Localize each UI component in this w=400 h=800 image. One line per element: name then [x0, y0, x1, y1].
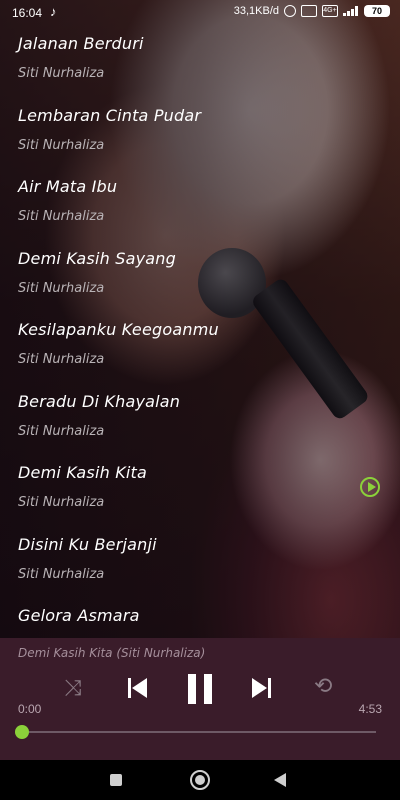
- now-playing-label: Demi Kasih Kita (Siti Nurhaliza): [18, 646, 206, 660]
- volte-icon: 4G+: [322, 5, 338, 17]
- song-artist: Siti Nurhaliza: [18, 495, 105, 510]
- song-artist: Siti Nurhaliza: [18, 423, 105, 439]
- song-title: Kesilapanku Keegoanmu: [18, 320, 219, 339]
- song-artist: Siti Nurhaliza: [18, 209, 105, 224]
- song-title: Jalanan Berduri: [18, 34, 144, 53]
- song-artist: Siti Nurhaliza: [18, 352, 105, 367]
- back-icon[interactable]: [274, 773, 286, 787]
- song-title: Lembaran Cinta Pudar: [18, 105, 202, 125]
- seek-bar[interactable]: [15, 725, 376, 739]
- player-controls: ⤨ ⟲: [0, 672, 400, 712]
- current-time: 0:00: [18, 702, 42, 716]
- song-title: Demi Kasih Sayang: [18, 248, 176, 268]
- status-bar: 16:04 ♪ 33,1KB/d 4G+ 70: [0, 0, 400, 26]
- pause-icon[interactable]: [186, 674, 214, 704]
- song-item[interactable]: Kesilapanku Keegoanmu Siti Nurhaliza: [0, 312, 400, 384]
- song-title: Air Mata Ibu: [18, 177, 118, 196]
- home-icon[interactable]: [190, 770, 210, 790]
- song-item[interactable]: Gelora Asmara: [0, 598, 400, 638]
- repeat-icon[interactable]: ⟲: [314, 674, 332, 699]
- now-playing-play-icon[interactable]: [360, 477, 380, 497]
- song-item[interactable]: Demi Kasih Sayang Siti Nurhaliza: [0, 241, 400, 313]
- total-time: 4:53: [358, 702, 382, 716]
- nfc-icon: [301, 5, 317, 17]
- song-title: Gelora Asmara: [18, 606, 140, 625]
- alarm-icon: [284, 5, 296, 17]
- network-speed: 33,1KB/d: [233, 5, 279, 17]
- seek-bar-thumb[interactable]: [15, 725, 29, 739]
- song-artist: Siti Nurhaliza: [18, 280, 105, 296]
- previous-icon[interactable]: [128, 678, 150, 698]
- song-item[interactable]: Disini Ku Berjanji Siti Nurhaliza: [0, 527, 400, 599]
- song-item-playing[interactable]: Demi Kasih Kita Siti Nurhaliza: [0, 455, 400, 527]
- status-time: 16:04: [12, 6, 43, 20]
- shuffle-icon[interactable]: ⤨: [64, 676, 82, 701]
- song-artist: Siti Nurhaliza: [18, 137, 105, 153]
- song-artist: Siti Nurhaliza: [18, 66, 105, 81]
- song-item[interactable]: Air Mata Ibu Siti Nurhaliza: [0, 169, 400, 241]
- player-panel: Demi Kasih Kita (Siti Nurhaliza) ⤨ ⟲ 0:0…: [0, 638, 400, 760]
- song-list[interactable]: Jalanan Berduri Siti Nurhaliza Lembaran …: [0, 26, 400, 638]
- recent-apps-icon[interactable]: [110, 774, 122, 786]
- system-nav-bar: [0, 760, 400, 800]
- song-title: Disini Ku Berjanji: [18, 534, 157, 554]
- song-title: Demi Kasih Kita: [18, 463, 148, 482]
- battery-icon: 70: [364, 5, 390, 17]
- music-note-icon: ♪: [50, 4, 57, 19]
- next-icon[interactable]: [252, 678, 274, 698]
- song-item[interactable]: Jalanan Berduri Siti Nurhaliza: [0, 26, 400, 98]
- song-title: Beradu Di Khayalan: [18, 391, 181, 411]
- song-item[interactable]: Beradu Di Khayalan Siti Nurhaliza: [0, 384, 400, 456]
- song-artist: Siti Nurhaliza: [18, 566, 105, 582]
- signal-icon: [343, 6, 359, 16]
- song-item[interactable]: Lembaran Cinta Pudar Siti Nurhaliza: [0, 98, 400, 170]
